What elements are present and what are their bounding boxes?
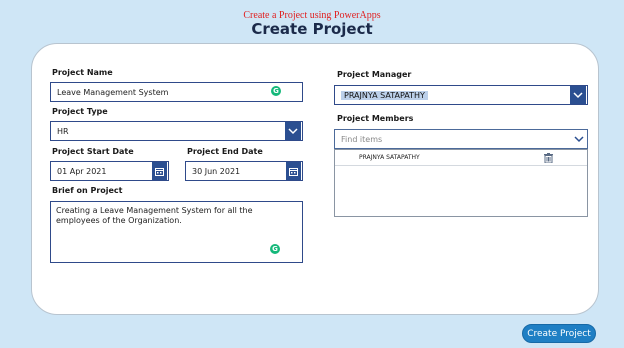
- project-name-label: Project Name: [52, 68, 113, 77]
- page-title: Create Project: [251, 20, 373, 38]
- start-date-value: 01 Apr 2021: [57, 166, 107, 176]
- start-date-picker[interactable]: 01 Apr 2021: [50, 161, 169, 181]
- end-date-label: Project End Date: [187, 147, 263, 156]
- app-screen: Create a Project using PowerApps Create …: [0, 0, 624, 348]
- members-list: PRAJNYA SATAPATHY: [334, 149, 588, 217]
- list-item: PRAJNYA SATAPATHY: [335, 150, 587, 166]
- project-type-label: Project Type: [52, 107, 108, 116]
- project-members-combobox[interactable]: Find items: [334, 129, 588, 149]
- calendar-icon[interactable]: [152, 162, 167, 180]
- calendar-icon[interactable]: [286, 162, 301, 180]
- brief-value: Creating a Leave Management System for a…: [56, 206, 253, 225]
- project-manager-value: PRAJNYA SATAPATHY: [341, 90, 428, 100]
- project-type-dropdown[interactable]: HR: [50, 121, 303, 141]
- project-name-value: Leave Management System: [57, 87, 169, 97]
- chevron-down-icon[interactable]: [285, 122, 301, 140]
- end-date-picker[interactable]: 30 Jun 2021: [185, 161, 303, 181]
- project-members-label: Project Members: [337, 114, 414, 123]
- project-name-input[interactable]: Leave Management System: [50, 82, 303, 102]
- brief-label: Brief on Project: [52, 186, 123, 195]
- chevron-down-icon[interactable]: [571, 130, 587, 148]
- start-date-label: Project Start Date: [52, 147, 134, 156]
- chevron-down-icon[interactable]: [570, 86, 586, 104]
- grammarly-icon[interactable]: G: [270, 244, 280, 254]
- brief-textarea[interactable]: Creating a Leave Management System for a…: [50, 201, 303, 263]
- trash-icon[interactable]: [544, 153, 553, 165]
- project-type-value: HR: [57, 126, 69, 136]
- member-name: PRAJNYA SATAPATHY: [359, 154, 420, 161]
- project-manager-dropdown[interactable]: PRAJNYA SATAPATHY: [334, 85, 588, 105]
- project-manager-label: Project Manager: [337, 70, 412, 79]
- members-search-placeholder: Find items: [341, 134, 383, 144]
- grammarly-icon[interactable]: G: [271, 86, 281, 96]
- end-date-value: 30 Jun 2021: [192, 166, 241, 176]
- create-project-button[interactable]: Create Project: [522, 324, 596, 343]
